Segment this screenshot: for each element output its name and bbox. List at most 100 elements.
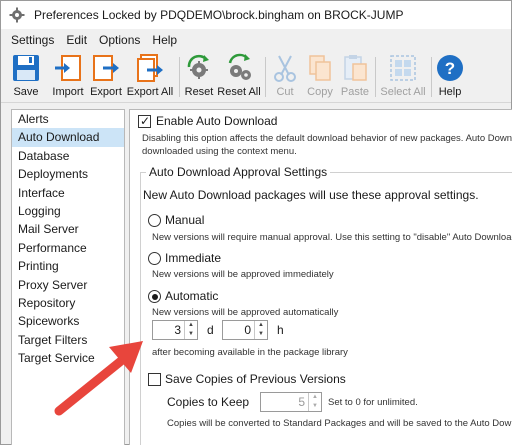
export-all-icon: [137, 54, 163, 82]
automatic-radio[interactable]: [148, 290, 161, 303]
menu-options[interactable]: Options: [93, 33, 146, 47]
approval-settings-title: Auto Download Approval Settings: [146, 165, 331, 179]
export-all-button[interactable]: Export All: [124, 53, 176, 101]
menu-bar: Settings Edit Options Help: [1, 29, 511, 51]
select-all-button[interactable]: Select All: [378, 53, 428, 101]
hours-unit-label: h: [277, 323, 284, 337]
toolbar: Save Import Export Export All Reset Rese…: [1, 51, 511, 103]
hours-stepper[interactable]: 0 ▲ ▼: [222, 320, 268, 340]
export-icon: [93, 55, 119, 81]
reset-button[interactable]: Reset: [183, 53, 215, 101]
chevron-down-icon[interactable]: ▼: [309, 402, 321, 411]
scissors-icon: [274, 55, 296, 82]
sidebar-item-logging[interactable]: Logging: [12, 202, 124, 220]
toolbar-separator: [431, 57, 432, 97]
sidebar-item-target-service[interactable]: Target Service: [12, 349, 124, 367]
reset-all-label: Reset All: [217, 86, 261, 98]
import-label: Import: [52, 86, 84, 98]
export-all-label: Export All: [126, 86, 174, 98]
save-button[interactable]: Save: [10, 53, 42, 101]
immediate-radio[interactable]: [148, 252, 161, 265]
days-spin-arrows[interactable]: ▲ ▼: [184, 321, 197, 339]
hours-value: 0: [244, 323, 251, 337]
app-gear-icon: [9, 7, 25, 23]
days-value: 3: [174, 323, 181, 337]
copies-to-keep-stepper[interactable]: 5 ▲ ▼: [260, 392, 322, 412]
sidebar-item-deployments[interactable]: Deployments: [12, 165, 124, 183]
menu-edit[interactable]: Edit: [60, 33, 93, 47]
chevron-up-icon[interactable]: ▲: [185, 321, 197, 330]
copy-button[interactable]: Copy: [304, 53, 336, 101]
immediate-description: New versions will be approved immediatel…: [152, 269, 334, 280]
help-button[interactable]: ? Help: [435, 53, 465, 101]
checkmark-icon: ✓: [140, 114, 151, 128]
enable-description-line-2: downloaded using the context menu.: [142, 146, 297, 157]
cut-label: Cut: [276, 86, 294, 98]
svg-text:?: ?: [445, 59, 455, 78]
enable-description-line-1: Disabling this option affects the defaul…: [142, 133, 512, 144]
sidebar-item-database[interactable]: Database: [12, 147, 124, 165]
copies-spin-arrows[interactable]: ▲ ▼: [308, 393, 321, 411]
menu-settings[interactable]: Settings: [5, 33, 60, 47]
export-label: Export: [90, 86, 122, 98]
reset-label: Reset: [184, 86, 214, 98]
copies-to-keep-label: Copies to Keep: [167, 395, 250, 409]
sidebar-item-mail-server[interactable]: Mail Server: [12, 220, 124, 238]
settings-category-list: Alerts Auto Download Database Deployment…: [11, 109, 125, 445]
approval-intro-text: New Auto Download packages will use thes…: [143, 188, 479, 202]
manual-description: New versions will require manual approva…: [152, 232, 512, 243]
select-all-label: Select All: [380, 86, 426, 98]
select-all-icon: [390, 55, 416, 81]
after-available-text: after becoming available in the package …: [152, 347, 348, 358]
window-title: Preferences Locked by PDQDEMO\brock.bing…: [34, 8, 404, 22]
toolbar-separator: [179, 57, 180, 97]
cut-button[interactable]: Cut: [271, 53, 299, 101]
chevron-up-icon[interactable]: ▲: [255, 321, 267, 330]
sidebar-item-alerts[interactable]: Alerts: [12, 110, 124, 128]
chevron-down-icon[interactable]: ▼: [185, 330, 197, 339]
radio-selected-dot: [151, 293, 158, 300]
sidebar-item-target-filters[interactable]: Target Filters: [12, 331, 124, 349]
title-bar: Preferences Locked by PDQDEMO\brock.bing…: [1, 1, 511, 29]
save-copies-checkbox[interactable]: [148, 373, 161, 386]
copy-label: Copy: [307, 86, 333, 98]
copies-hint: Set to 0 for unlimited.: [328, 397, 418, 408]
days-unit-label: d: [207, 323, 214, 337]
paste-icon: [344, 55, 367, 81]
paste-button[interactable]: Paste: [339, 53, 371, 101]
sidebar-item-printing[interactable]: Printing: [12, 257, 124, 275]
automatic-description: New versions will be approved automatica…: [152, 307, 339, 318]
reset-gear-icon: [187, 54, 209, 79]
import-button[interactable]: Import: [48, 53, 88, 101]
paste-label: Paste: [340, 86, 370, 98]
toolbar-separator: [375, 57, 376, 97]
days-stepper[interactable]: 3 ▲ ▼: [152, 320, 198, 340]
import-icon: [55, 55, 81, 81]
manual-label: Manual: [165, 213, 205, 227]
help-question-icon: ?: [437, 55, 463, 81]
immediate-label: Immediate: [165, 251, 222, 265]
save-label: Save: [13, 86, 39, 98]
auto-download-settings-panel: ✓ Enable Auto Download Disabling this op…: [129, 109, 512, 445]
sidebar-item-spiceworks[interactable]: Spiceworks: [12, 312, 124, 330]
sidebar-item-proxy-server[interactable]: Proxy Server: [12, 276, 124, 294]
sidebar-item-auto-download[interactable]: Auto Download: [12, 128, 124, 147]
export-button[interactable]: Export: [87, 53, 125, 101]
hours-spin-arrows[interactable]: ▲ ▼: [254, 321, 267, 339]
help-label: Help: [438, 86, 462, 98]
copies-description: Copies will be converted to Standard Pac…: [167, 418, 512, 429]
manual-radio[interactable]: [148, 214, 161, 227]
menu-help[interactable]: Help: [146, 33, 183, 47]
preferences-window: Preferences Locked by PDQDEMO\brock.bing…: [0, 0, 512, 445]
enable-auto-download-label: Enable Auto Download: [156, 114, 278, 128]
chevron-down-icon[interactable]: ▼: [255, 330, 267, 339]
sidebar-item-repository[interactable]: Repository: [12, 294, 124, 312]
save-copies-label: Save Copies of Previous Versions: [165, 372, 346, 386]
chevron-up-icon[interactable]: ▲: [309, 393, 321, 402]
sidebar-item-performance[interactable]: Performance: [12, 239, 124, 257]
reset-all-button[interactable]: Reset All: [217, 53, 261, 101]
floppy-disk-icon: [13, 55, 39, 81]
reset-all-gears-icon: [228, 53, 251, 80]
sidebar-item-interface[interactable]: Interface: [12, 184, 124, 202]
enable-auto-download-checkbox[interactable]: ✓: [138, 114, 151, 128]
